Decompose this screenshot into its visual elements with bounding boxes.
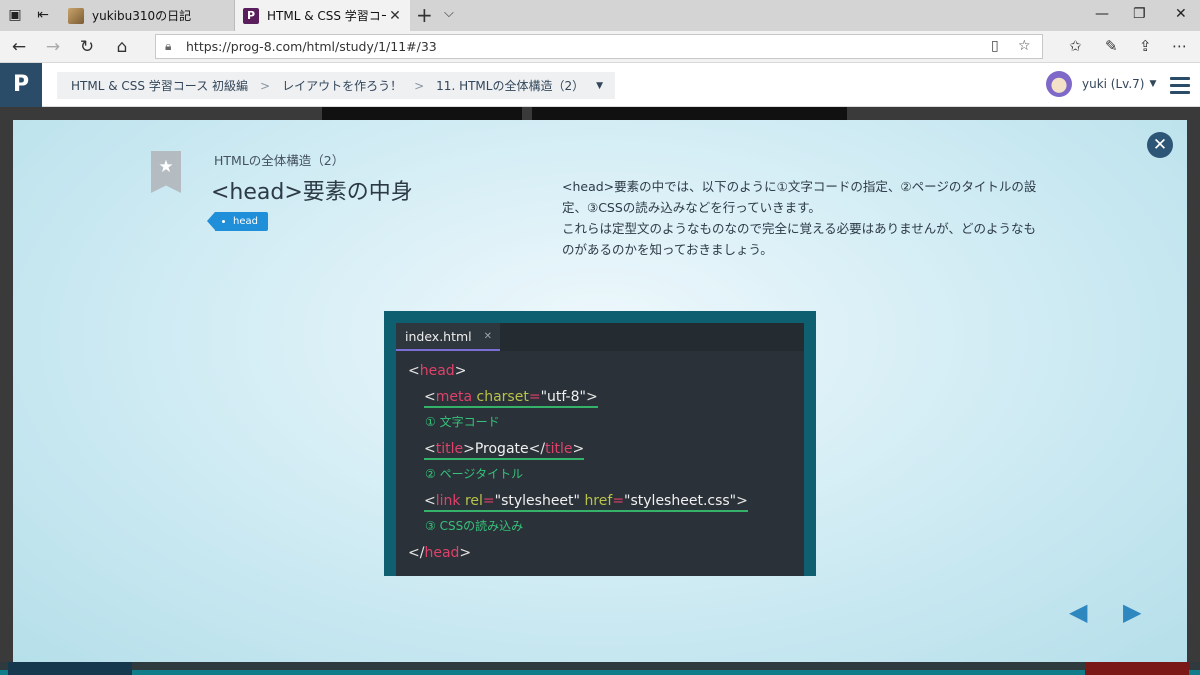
- avatar: [1046, 71, 1072, 97]
- slide-title: <head>要素の中身: [211, 180, 413, 205]
- code-line: <title>Progate</title>: [424, 441, 585, 460]
- breadcrumb-course[interactable]: HTML & CSS 学習コース 初級編: [71, 77, 248, 94]
- chevron-right-icon: >: [260, 78, 271, 93]
- forward-icon[interactable]: →: [42, 37, 64, 57]
- tab-actions-icon[interactable]: ▣: [6, 7, 24, 23]
- favorite-star-icon[interactable]: ☆: [1018, 35, 1031, 58]
- close-slide-button[interactable]: ✕: [1147, 132, 1173, 158]
- set-aside-tabs-icon[interactable]: ⇤: [34, 7, 52, 23]
- more-icon[interactable]: ⋯: [1172, 37, 1187, 55]
- code-comment: ② ページタイトル: [425, 467, 524, 481]
- chevron-right-icon: >: [414, 78, 425, 93]
- close-tab-icon[interactable]: ✕: [386, 8, 404, 24]
- favorites-icon[interactable]: ✩: [1069, 37, 1082, 55]
- browser-address-bar: ← → ↻ ⌂ 🔒︎ https://prog-8.com/html/study…: [0, 31, 1200, 63]
- reading-view-icon[interactable]: ▯: [991, 35, 999, 58]
- browser-tab-active[interactable]: P HTML & CSS 学習コース: ✕: [235, 0, 410, 31]
- user-menu[interactable]: yuki (Lv.7) ▼: [1046, 71, 1156, 97]
- pen-notes-icon[interactable]: ✎: [1105, 37, 1118, 55]
- code-line: <head>: [408, 363, 467, 379]
- breadcrumb-chapter[interactable]: レイアウトを作ろう！: [282, 77, 402, 94]
- bookmark-icon[interactable]: ★: [151, 151, 181, 193]
- code-line: <link rel="stylesheet" href="stylesheet.…: [424, 493, 748, 512]
- window-close-icon[interactable]: ✕: [1175, 6, 1187, 22]
- site-favicon-icon: [68, 7, 84, 24]
- page-backdrop: [1085, 662, 1189, 675]
- lesson-slide: ★ HTMLの全体構造（2） <head>要素の中身 head <head>要素…: [13, 120, 1187, 662]
- browser-tab-bar: ▣ ⇤ yukibu310の日記 P HTML & CSS 学習コース: ✕ +…: [0, 0, 1200, 31]
- breadcrumb: HTML & CSS 学習コース 初級編 > レイアウトを作ろう！ > 11. …: [57, 72, 616, 99]
- chevron-down-icon[interactable]: ▼: [596, 81, 603, 91]
- code-comment: ① 文字コード: [425, 415, 500, 429]
- editor-tab-bar: index.html ✕: [396, 323, 804, 351]
- code-editor: index.html ✕ <head> <meta charset="utf-8…: [384, 311, 816, 576]
- tab-preview-chevron-icon[interactable]: ⌵: [444, 6, 454, 21]
- tab-label: HTML & CSS 学習コース:: [267, 9, 386, 23]
- progate-favicon-icon: P: [243, 7, 259, 24]
- restore-icon[interactable]: ❐: [1133, 6, 1146, 22]
- page-backdrop: [8, 662, 132, 675]
- editor-pane: index.html ✕ <head> <meta charset="utf-8…: [396, 323, 804, 576]
- chevron-down-icon: ▼: [1149, 79, 1157, 89]
- description-text: <head>要素の中では、以下のように①文字コードの指定、②ページのタイトルの設…: [562, 179, 1037, 257]
- breadcrumb-lesson[interactable]: 11. HTMLの全体構造（2）: [436, 77, 584, 94]
- code-line: </head>: [408, 545, 472, 561]
- slide-subtitle: HTMLの全体構造（2）: [214, 153, 345, 168]
- home-icon[interactable]: ⌂: [111, 37, 133, 57]
- share-icon[interactable]: ⇪: [1139, 37, 1152, 55]
- url-text: https://prog-8.com/html/study/1/11#/33: [186, 39, 437, 54]
- page-backdrop: [322, 107, 522, 121]
- close-file-icon: ✕: [483, 331, 492, 342]
- browser-tab[interactable]: yukibu310の日記: [60, 0, 235, 31]
- new-tab-icon[interactable]: +: [416, 3, 433, 27]
- editor-file-tab[interactable]: index.html ✕: [396, 323, 500, 351]
- back-icon[interactable]: ←: [8, 37, 30, 57]
- code-line: <meta charset="utf-8">: [424, 389, 598, 408]
- slide-description: <head>要素の中では、以下のように①文字コードの指定、②ページのタイトルの設…: [562, 176, 1042, 260]
- next-slide-icon[interactable]: ▶: [1123, 598, 1141, 626]
- page-backdrop: [532, 107, 847, 121]
- page-bottom-strip: [0, 662, 1200, 675]
- hamburger-menu-icon[interactable]: [1170, 77, 1190, 98]
- url-input[interactable]: 🔒︎ https://prog-8.com/html/study/1/11#/3…: [155, 34, 1043, 59]
- file-name: index.html: [405, 329, 472, 344]
- refresh-icon[interactable]: ↻: [76, 37, 98, 57]
- progress-strip: [0, 670, 1200, 675]
- star-icon: ★: [158, 157, 174, 177]
- user-name: yuki (Lv.7): [1082, 77, 1145, 91]
- lock-icon: 🔒︎: [165, 39, 172, 53]
- previous-slide-icon[interactable]: ◀: [1069, 598, 1087, 626]
- tab-label: yukibu310の日記: [92, 9, 192, 23]
- code-comment: ③ CSSの読み込み: [425, 519, 524, 533]
- progate-header: P HTML & CSS 学習コース 初級編 > レイアウトを作ろう！ > 11…: [0, 63, 1200, 107]
- tag-badge: head: [207, 212, 268, 231]
- progate-logo[interactable]: P: [0, 63, 42, 107]
- minimize-icon[interactable]: —: [1095, 6, 1109, 22]
